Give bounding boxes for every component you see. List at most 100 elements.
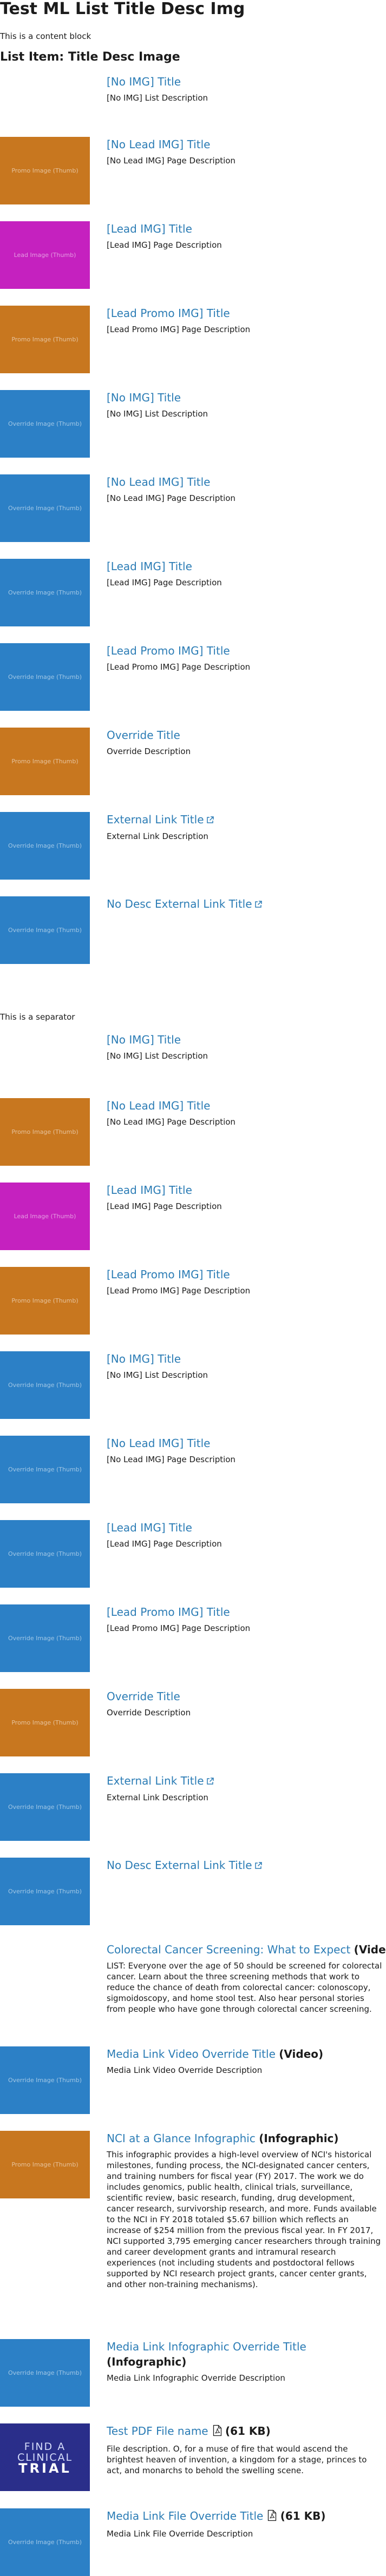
list-item-description: [Lead Promo IMG] Page Description [107, 325, 251, 334]
thumbnail-placeholder-text: Override Image (Thumb) [8, 1635, 82, 1642]
list-item-title-link[interactable]: [Lead IMG] Title [107, 222, 192, 235]
thumbnail-placeholder-text: Override Image (Thumb) [8, 842, 82, 849]
list-item-title: [No IMG] Title [107, 1351, 383, 1366]
thumbnail-placeholder-text: Override Image (Thumb) [8, 2539, 82, 2546]
list-item-thumbnail[interactable]: FIND A CLINICAL TRIAL [0, 2423, 90, 2491]
media-type-label: (Video) [354, 1943, 386, 1956]
list-item-title-link[interactable]: External Link Title [107, 1774, 204, 1787]
list-item-title-link[interactable]: [Lead IMG] Title [107, 1521, 192, 1534]
list-item-text: [Lead IMG] Title [Lead IMG] Page Descript… [107, 559, 383, 588]
list-item-description: Media Link File Override Description [107, 2529, 253, 2539]
list-item-thumbnail[interactable]: Lead Image (Thumb) [0, 221, 90, 289]
thumbnail-placeholder-text: Override Image (Thumb) [8, 420, 82, 427]
external-link-icon [254, 1858, 262, 1873]
list-item-text: No Desc External Link Title [107, 1858, 383, 1873]
list-item-title-link[interactable]: [No Lead IMG] Title [107, 475, 210, 488]
list-item-thumbnail[interactable]: Override Image (Thumb) [0, 1773, 90, 1841]
list-item-title: Media Link Video Override Title (Video) [107, 2046, 383, 2062]
list-item-title-link[interactable]: [Lead IMG] Title [107, 1184, 192, 1197]
list-item-title: [No IMG] Title [107, 74, 383, 89]
media-type-label: (Infographic) [259, 2132, 339, 2145]
list-item-description: [Lead Promo IMG] Page Description [107, 662, 251, 672]
list-item-text: [Lead IMG] Title [Lead IMG] Page Descript… [107, 1183, 383, 1212]
list-item-title-link[interactable]: NCI at a Glance Infographic [107, 2132, 256, 2145]
list-item-title-link[interactable]: [No IMG] Title [107, 75, 181, 88]
list-item-thumbnail[interactable]: Override Image (Thumb) [0, 1436, 90, 1503]
list-item-title-link[interactable]: [No IMG] Title [107, 391, 181, 404]
list-item-text: [Lead Promo IMG] Title [Lead Promo IMG] P… [107, 643, 383, 672]
list-item-description: [No IMG] List Description [107, 1370, 208, 1380]
list-item-title-link[interactable]: [Lead Promo IMG] Title [107, 644, 230, 657]
list-item-description: [Lead Promo IMG] Page Description [107, 1286, 251, 1296]
list-item-text: Test PDF File name (61 KB) File descripti… [107, 2423, 383, 2476]
list-item-thumbnail[interactable]: Override Image (Thumb) [0, 2046, 90, 2114]
thumbnail-placeholder-text: Promo Image (Thumb) [11, 1128, 78, 1135]
list-item-description: [Lead IMG] Page Description [107, 578, 222, 587]
list-item-thumbnail[interactable]: Promo Image (Thumb) [0, 2131, 90, 2198]
list-item-title-link[interactable]: [No Lead IMG] Title [107, 1099, 210, 1112]
list-item-title-link[interactable]: No Desc External Link Title [107, 897, 252, 910]
list-item-text: Media Link Video Override Title (Video) M… [107, 2046, 383, 2076]
list-item-description: [No IMG] List Description [107, 93, 208, 103]
list-item-title-link[interactable]: Override Title [107, 729, 180, 742]
list-item-title-link[interactable]: Colorectal Cancer Screening: What to Exp… [107, 1943, 350, 1956]
list-item-thumbnail[interactable]: Override Image (Thumb) [0, 1520, 90, 1588]
list-item-thumbnail[interactable]: Promo Image (Thumb) [0, 306, 90, 373]
list-item-thumbnail[interactable]: Lead Image (Thumb) [0, 1183, 90, 1250]
list-item-text: Media Link File Override Title (61 KB) Me… [107, 2508, 383, 2539]
list-item-title: [No IMG] Title [107, 1032, 383, 1047]
list-item-title: Media Link Infographic Override Title (In… [107, 2339, 383, 2369]
list-item-thumbnail[interactable]: Override Image (Thumb) [0, 2508, 90, 2576]
list-item-title: [Lead Promo IMG] Title [107, 306, 383, 321]
list-item-thumbnail[interactable]: Override Image (Thumb) [0, 390, 90, 458]
list-item-title-link[interactable]: [No Lead IMG] Title [107, 1437, 210, 1450]
list-item-title: [Lead Promo IMG] Title [107, 1267, 383, 1282]
list-item-title-link[interactable]: [No IMG] Title [107, 1033, 181, 1046]
list-item-title: No Desc External Link Title [107, 1858, 383, 1873]
list-item-thumbnail[interactable]: Promo Image (Thumb) [0, 728, 90, 795]
list-item-thumbnail[interactable]: Override Image (Thumb) [0, 1604, 90, 1672]
list-item-thumbnail[interactable]: Override Image (Thumb) [0, 812, 90, 880]
list-item-thumbnail[interactable]: Promo Image (Thumb) [0, 1689, 90, 1756]
list-item-description: Media Link Infographic Override Descript… [107, 2373, 285, 2383]
list-item-title-link[interactable]: Media Link File Override Title [107, 2509, 263, 2522]
list-item-thumbnail[interactable]: Override Image (Thumb) [0, 474, 90, 542]
list-item-text: [No IMG] Title [No IMG] List Description [107, 390, 383, 419]
list-item-title: [No Lead IMG] Title [107, 474, 383, 490]
media-type-label: (Infographic) [107, 2355, 187, 2368]
list-item-title-link[interactable]: Override Title [107, 1690, 180, 1703]
list-item-thumbnail[interactable]: Promo Image (Thumb) [0, 1098, 90, 1166]
list-item-title-link[interactable]: [No Lead IMG] Title [107, 138, 210, 151]
list-item-thumbnail[interactable]: Override Image (Thumb) [0, 1858, 90, 1925]
list-item-text: [Lead IMG] Title [Lead IMG] Page Descript… [107, 1520, 383, 1549]
list-item-thumbnail[interactable]: Promo Image (Thumb) [0, 137, 90, 204]
thumbnail-placeholder-text: Promo Image (Thumb) [11, 167, 78, 174]
list-item-thumbnail[interactable]: Override Image (Thumb) [0, 559, 90, 626]
thumbnail-placeholder-text: Promo Image (Thumb) [11, 2161, 78, 2168]
list-item-title-link[interactable]: External Link Title [107, 813, 204, 826]
list-item-thumbnail[interactable]: Override Image (Thumb) [0, 1351, 90, 1419]
list-item-title-link[interactable]: [Lead Promo IMG] Title [107, 307, 230, 320]
list-item-thumbnail[interactable]: Promo Image (Thumb) [0, 1267, 90, 1335]
list-item-text: [No Lead IMG] Title [No Lead IMG] Page De… [107, 1436, 383, 1465]
list-item-title-link[interactable]: [Lead IMG] Title [107, 560, 192, 573]
thumbnail-placeholder-text: Promo Image (Thumb) [11, 1719, 78, 1726]
list-item-thumbnail[interactable]: Override Image (Thumb) [0, 643, 90, 711]
list-item-title-link[interactable]: Test PDF File name [107, 2425, 208, 2438]
list-item-description: LIST: Everyone over the age of 50 should… [107, 1961, 382, 2014]
thumbnail-text: TRIAL [18, 2460, 71, 2476]
content-block: This is a content block [0, 31, 91, 41]
list-item-title-link[interactable]: [No IMG] Title [107, 1352, 181, 1365]
list-item-title-link[interactable]: [Lead Promo IMG] Title [107, 1606, 230, 1619]
list-item-description: [No IMG] List Description [107, 409, 208, 419]
list-item-title-link[interactable]: Media Link Infographic Override Title [107, 2340, 306, 2353]
list-item-title-link[interactable]: No Desc External Link Title [107, 1859, 252, 1872]
list-item-description: This infographic provides a high-level o… [107, 2150, 381, 2289]
list-item-description: Media Link Video Override Description [107, 2065, 263, 2075]
thumbnail-placeholder-text: Override Image (Thumb) [8, 1888, 82, 1895]
list-item-thumbnail[interactable]: Override Image (Thumb) [0, 2339, 90, 2407]
list-item-title-link[interactable]: [Lead Promo IMG] Title [107, 1268, 230, 1281]
thumbnail-placeholder-text: Promo Image (Thumb) [11, 758, 78, 765]
list-item-thumbnail[interactable]: Override Image (Thumb) [0, 896, 90, 964]
list-item-title-link[interactable]: Media Link Video Override Title [107, 2047, 276, 2060]
